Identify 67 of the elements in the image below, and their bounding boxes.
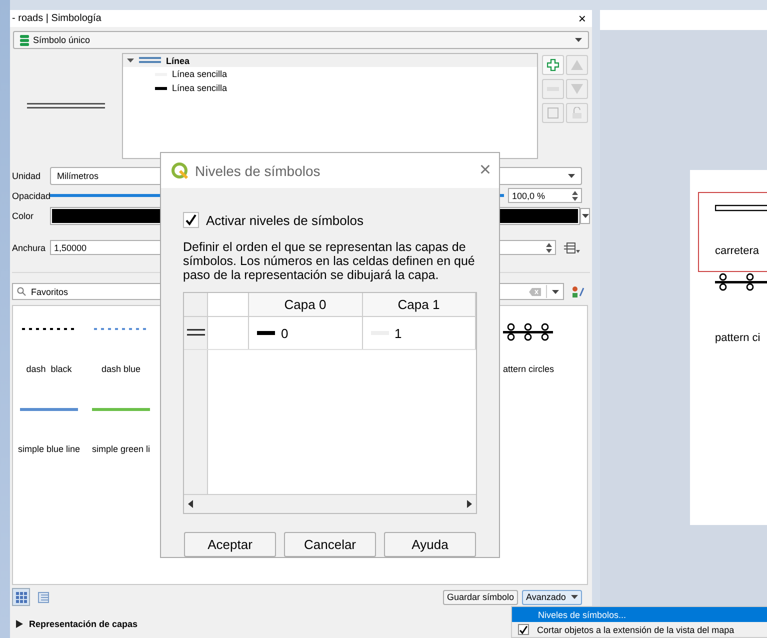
dialog-button[interactable]: Aceptar — [184, 532, 276, 557]
menu-item[interactable]: Niveles de símbolos... — [512, 607, 767, 622]
symbol-item[interactable]: simple green li — [85, 386, 157, 466]
dialog-button[interactable]: Cancelar — [284, 532, 376, 557]
caret-icon — [575, 38, 582, 42]
drag-handle-icon[interactable] — [186, 329, 204, 337]
tree-item[interactable]: Línea sencilla — [123, 67, 537, 81]
stack-icon — [20, 34, 29, 46]
grid-icon — [16, 592, 26, 602]
column-header: Capa 1 — [362, 293, 476, 316]
section-header[interactable]: Representación de capas — [16, 619, 138, 629]
legend-item[interactable]: carretera — [698, 192, 767, 272]
tree-item[interactable]: Línea — [123, 54, 537, 67]
caret-icon — [582, 214, 588, 218]
description-text: Definir el orden el que se representan las capas de símbolos. Los números en las celdas definen en qué paso de la representación se dibujará la capa. — [183, 240, 476, 282]
horizontal-scrollbar[interactable] — [184, 494, 476, 513]
symbol-item[interactable]: simple blue line — [13, 386, 85, 466]
field-label: Color — [12, 210, 35, 220]
legend-item[interactable]: pattern ci — [698, 272, 767, 359]
enable-checkbox[interactable]: Activar niveles de símbolos — [183, 212, 477, 228]
caret-icon — [552, 290, 559, 294]
spin-arrows-icon[interactable] — [546, 242, 552, 252]
field-label: Opacidad — [12, 190, 50, 200]
lock-icon — [572, 107, 582, 119]
square-icon — [547, 107, 559, 119]
data-defined-icon[interactable] — [564, 242, 580, 254]
icon-view-button[interactable] — [12, 588, 30, 606]
symbol-item[interactable]: attern circles — [503, 306, 565, 386]
dialog-title: Niveles de símbolos — [195, 162, 320, 178]
row-header[interactable] — [184, 317, 208, 349]
field-label: Unidad — [12, 170, 42, 180]
list-icon — [38, 592, 48, 602]
table-cell[interactable]: 1 — [362, 317, 476, 349]
symbol-item[interactable]: dash black — [13, 306, 85, 386]
save-symbol-button[interactable]: Guardar símbolo — [442, 590, 518, 604]
app-logo-icon — [171, 162, 189, 180]
search-icon — [17, 287, 26, 296]
opacity-spinbox[interactable]: 100,0 % — [508, 188, 582, 203]
up-triangle-icon — [571, 60, 583, 70]
circle-line-icon — [715, 273, 767, 291]
plus-icon — [547, 59, 559, 71]
check-icon — [519, 624, 528, 634]
add-layer-button[interactable] — [542, 55, 564, 75]
left-arrow-icon[interactable] — [188, 500, 193, 508]
tree-item[interactable]: Línea sencilla — [123, 81, 537, 95]
renderer-dropdown[interactable]: Símbolo único — [13, 31, 589, 49]
right-arrow-icon[interactable] — [467, 500, 472, 508]
close-button[interactable]: × — [479, 159, 491, 182]
expand-arrow-icon[interactable] — [127, 57, 134, 64]
symbol-item[interactable]: dash blue — [85, 306, 157, 386]
style-manager-icon[interactable] — [572, 286, 584, 298]
window-title: - roads | Simbología — [12, 13, 102, 24]
caret-icon — [568, 174, 575, 178]
check-icon — [185, 214, 197, 226]
menu-item[interactable]: Cortar objetos a la extensión de la vista del mapa — [512, 622, 767, 637]
dialog-button[interactable]: Ayuda — [384, 532, 476, 557]
down-triangle-icon — [571, 84, 583, 94]
spin-arrows-icon[interactable] — [572, 190, 578, 200]
caret-icon — [571, 595, 578, 599]
advanced-button[interactable]: Avanzado — [522, 590, 582, 604]
expand-arrow-icon[interactable] — [16, 620, 23, 628]
color-menu-button[interactable] — [580, 208, 590, 224]
table-cell[interactable]: 0 — [249, 317, 362, 349]
double-line-icon — [139, 57, 161, 64]
close-button[interactable]: × — [578, 11, 586, 26]
column-header: Capa 0 — [249, 293, 362, 316]
field-label: Anchura — [12, 242, 47, 252]
